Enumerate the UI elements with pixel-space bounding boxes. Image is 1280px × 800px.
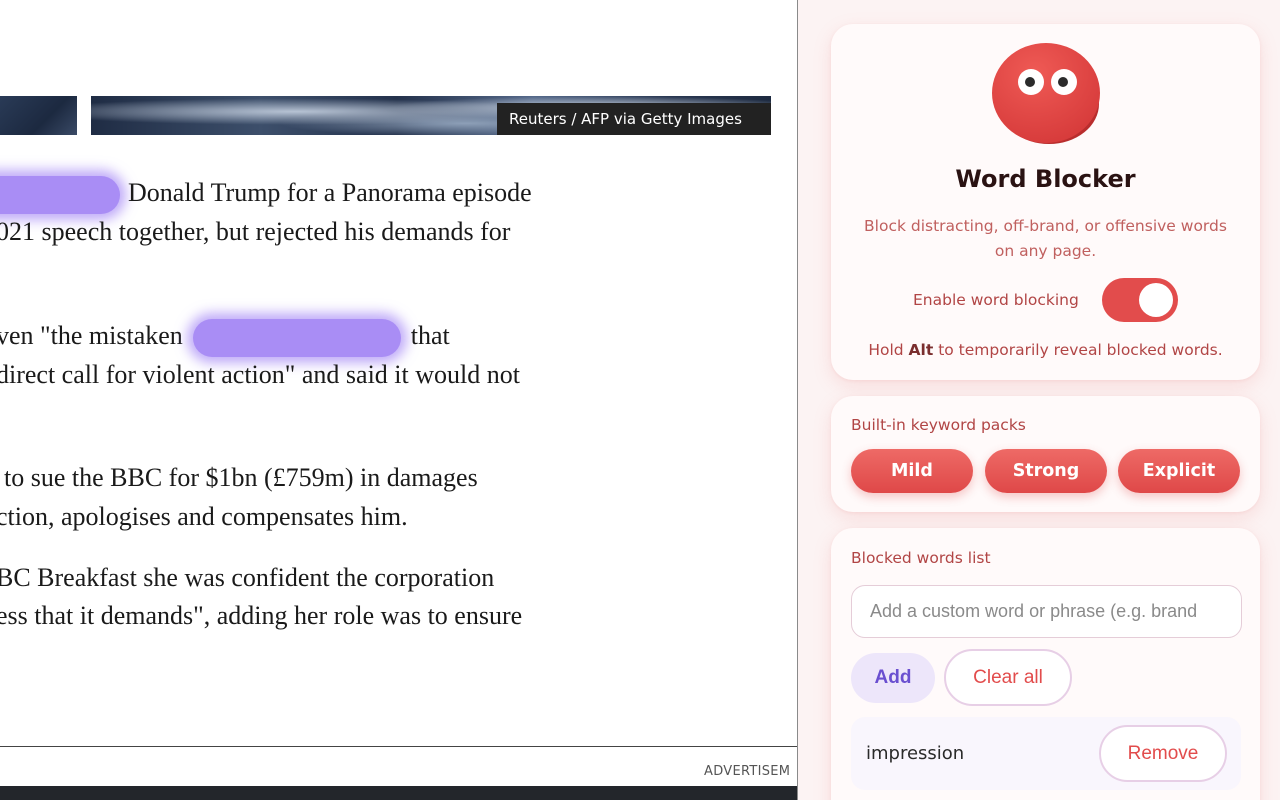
- word-blocker-panel: Word Blocker Block distracting, off-bran…: [797, 0, 1280, 800]
- clear-all-button[interactable]: Clear all: [944, 649, 1072, 706]
- blocked-word-blur: [192, 319, 401, 357]
- blocked-word-text: impression: [866, 743, 965, 764]
- toggle-label: Enable word blocking: [913, 291, 1079, 309]
- article-line: ven "the mistaken that: [0, 319, 450, 357]
- photo-credit: Reuters / AFP via Getty Images: [497, 103, 771, 135]
- alt-key: Alt: [908, 341, 934, 359]
- article-line: 021 speech together, but rejected his de…: [0, 217, 511, 246]
- article-line-text: ven "the mistaken: [0, 320, 183, 350]
- article-line: to sue the BBC for $1bn (£759m) in damag…: [4, 463, 478, 492]
- packs-label: Built-in keyword packs: [851, 416, 1026, 434]
- keyword-packs-card: Built-in keyword packs Mild Strong Expli…: [831, 396, 1260, 512]
- article-line: ess that it demands", adding her role wa…: [0, 601, 523, 630]
- custom-word-input[interactable]: [851, 585, 1242, 638]
- header-card: Word Blocker Block distracting, off-bran…: [831, 24, 1260, 380]
- blocked-list-label: Blocked words list: [851, 549, 991, 567]
- blocked-words-card: Blocked words list Add Clear all impress…: [831, 528, 1260, 800]
- article-photo-left: [0, 96, 77, 135]
- blocked-word-blur: [0, 176, 120, 214]
- article-line: BC Breakfast she was confident the corpo…: [0, 563, 495, 592]
- pack-mild-button[interactable]: Mild: [851, 449, 973, 493]
- article-line: Donald Trump for a Panorama episode: [0, 176, 532, 214]
- article-page: Reuters / AFP via Getty Images Donald Tr…: [0, 0, 797, 800]
- divider: [0, 746, 797, 747]
- article-line-text: that: [410, 320, 450, 350]
- pack-strong-button[interactable]: Strong: [985, 449, 1107, 493]
- enable-blocking-toggle[interactable]: [1102, 278, 1178, 322]
- article-line: ction, apologises and compensates him.: [0, 502, 408, 531]
- reveal-hint: Hold Alt to temporarily reveal blocked w…: [868, 341, 1223, 359]
- add-word-button[interactable]: Add: [851, 653, 935, 703]
- page-bottom-bar: [0, 786, 797, 800]
- red-blob-logo-icon: [992, 43, 1100, 144]
- blocked-word-item: impression Remove: [851, 717, 1241, 790]
- article-line: direct call for violent action" and said…: [0, 360, 520, 389]
- remove-word-button[interactable]: Remove: [1099, 725, 1227, 782]
- toggle-knob: [1139, 283, 1173, 317]
- advertisement-label: ADVERTISEM: [704, 764, 791, 779]
- pack-explicit-button[interactable]: Explicit: [1118, 449, 1240, 493]
- article-line-text: Donald Trump for a Panorama episode: [128, 177, 532, 207]
- extension-title: Word Blocker: [955, 165, 1136, 193]
- extension-subtitle: Block distracting, off-brand, or offensi…: [864, 217, 1227, 260]
